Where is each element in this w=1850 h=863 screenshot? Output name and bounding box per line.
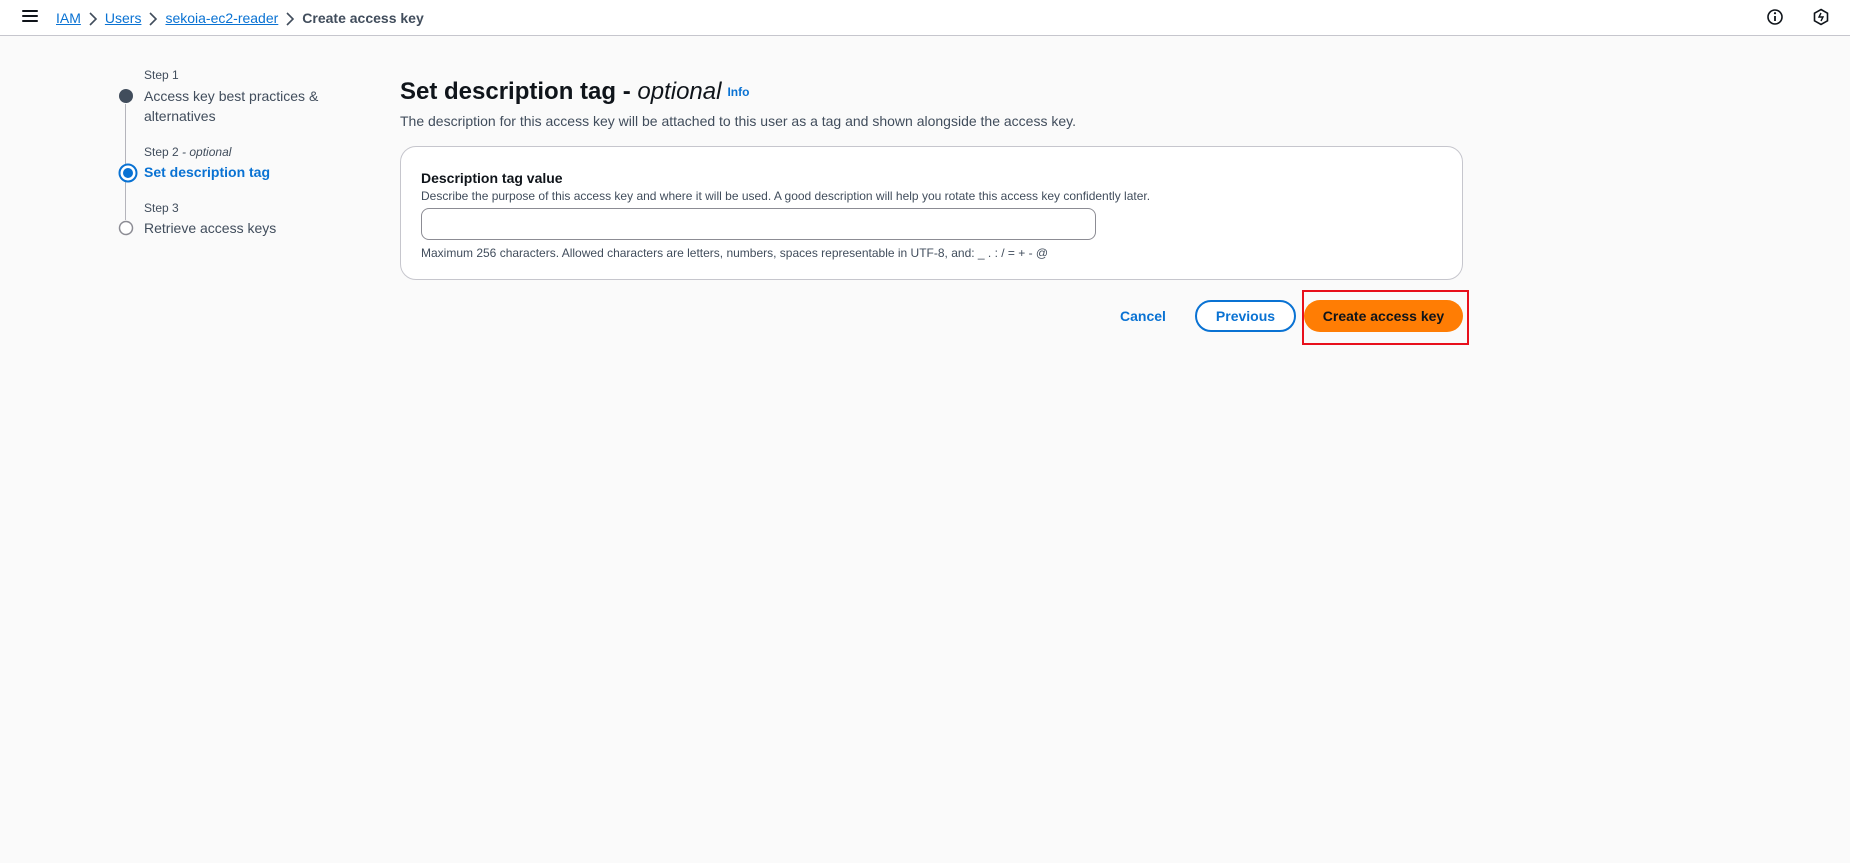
cancel-button[interactable]: Cancel: [1116, 300, 1170, 332]
field-label: Description tag value: [421, 170, 563, 186]
create-access-key-button[interactable]: Create access key: [1304, 300, 1463, 332]
step-active-icon: [118, 163, 138, 183]
step-optional-label: optional: [189, 145, 232, 159]
field-description: Describe the purpose of this access key …: [421, 189, 1151, 203]
breadcrumb-user[interactable]: sekoia-ec2-reader: [165, 9, 278, 27]
page-title-optional: optional: [637, 78, 722, 105]
description-tag-container: Description tag value Describe the purpo…: [400, 146, 1463, 280]
field-constraint-text: Maximum 256 characters. Allowed characte…: [421, 246, 1049, 260]
info-circle-icon[interactable]: [1766, 8, 1784, 26]
breadcrumb: IAM Users sekoia-ec2-reader Create acces…: [56, 8, 424, 28]
step-number: Step 3: [144, 201, 179, 215]
page-title: Set description tag - optional Info: [400, 78, 749, 106]
page-description: The description for this access key will…: [400, 113, 1076, 129]
step-title: Set description tag: [144, 164, 271, 180]
description-tag-input[interactable]: [421, 208, 1096, 240]
breadcrumb-users[interactable]: Users: [105, 9, 142, 27]
step-pending-icon: [118, 220, 134, 236]
chevron-right-icon: [278, 10, 302, 26]
step-completed-icon: [119, 89, 133, 103]
hamburger-menu-icon[interactable]: [22, 8, 39, 24]
previous-button[interactable]: Previous: [1195, 300, 1296, 332]
step-connector: [125, 104, 126, 164]
hexagon-settings-icon[interactable]: [1812, 8, 1830, 26]
step-title[interactable]: Access key best practices & alternatives: [144, 86, 344, 126]
chevron-right-icon: [141, 10, 165, 26]
breadcrumb-iam[interactable]: IAM: [56, 9, 81, 27]
page-title-text: Set description tag -: [400, 78, 638, 105]
step-connector: [125, 180, 126, 220]
chevron-right-icon: [81, 10, 105, 26]
step-number: Step 1: [144, 68, 179, 82]
top-navigation-bar: IAM Users sekoia-ec2-reader Create acces…: [0, 0, 1850, 36]
breadcrumb-current: Create access key: [302, 10, 424, 26]
info-link[interactable]: Info: [727, 85, 749, 99]
step-number: Step 2: [144, 145, 179, 159]
step-title: Retrieve access keys: [144, 220, 277, 236]
